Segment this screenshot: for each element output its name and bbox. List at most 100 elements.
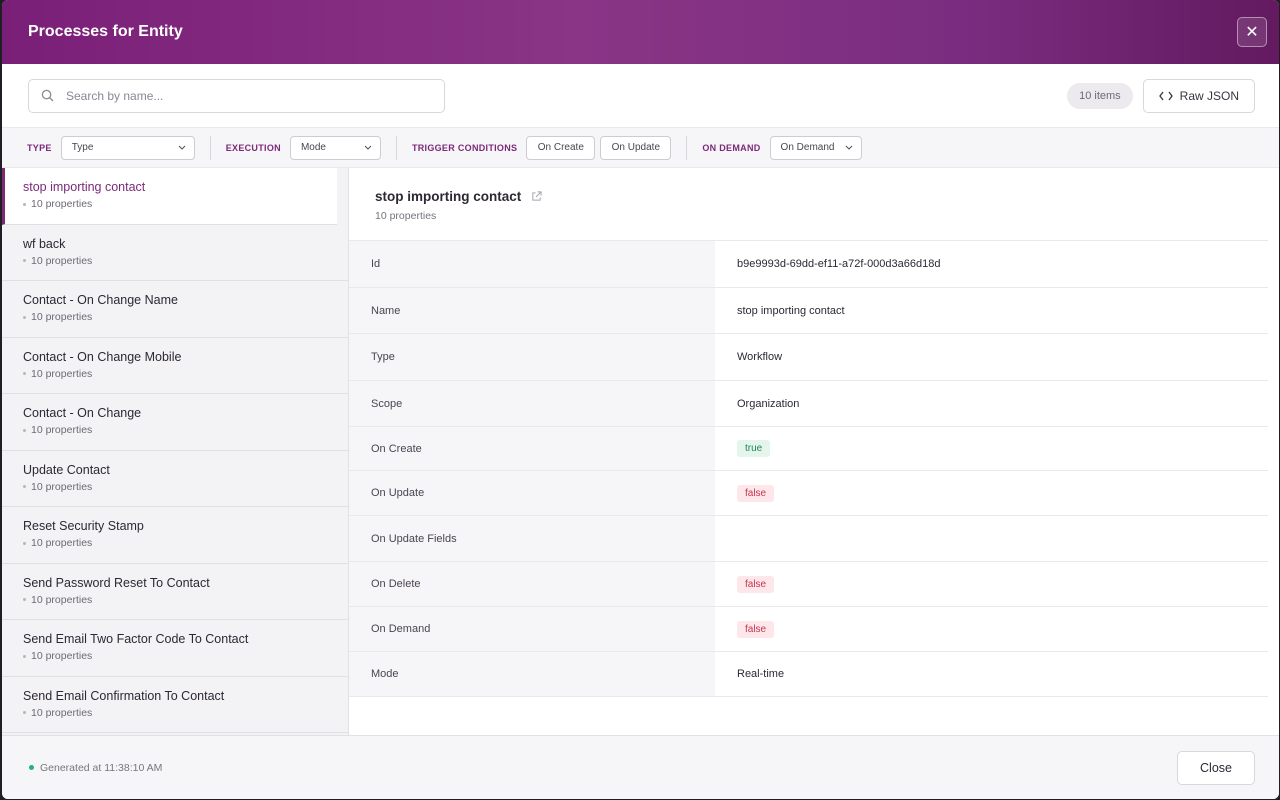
list-item-name: Reset Security Stamp: [23, 519, 144, 533]
list-item[interactable]: Reset Security Stamp 10 properties: [2, 507, 348, 564]
type-filter-label: TYPE: [27, 142, 52, 153]
list-item-count: 10 properties: [31, 311, 93, 323]
modal-header: Processes for Entity ✕: [2, 0, 1279, 64]
prop-key: On Create: [349, 427, 715, 470]
list-item-meta: 10 properties: [23, 537, 348, 549]
list-item-count: 10 properties: [31, 706, 93, 719]
demand-filter-label: ON DEMAND: [702, 142, 761, 153]
chevron-down-icon: [178, 145, 186, 150]
table-row: Scope Organization: [349, 381, 1268, 427]
list-item[interactable]: Send Email Confirmation To Contact 10 pr…: [2, 677, 348, 733]
prop-value: Workflow: [737, 351, 783, 363]
list-item-name: stop importing contact: [23, 180, 146, 194]
list-item-count: 10 properties: [31, 424, 93, 436]
prop-value: false: [715, 471, 1268, 515]
list-item-meta: 10 properties: [23, 198, 337, 210]
list-item-name: Send Email Confirmation To Contact: [23, 688, 225, 703]
bullet-icon: [23, 711, 26, 714]
list-item-name: Send Email Two Factor Code To Contact: [23, 632, 249, 646]
external-link-icon[interactable]: [531, 191, 542, 202]
prop-key: On Update Fields: [349, 516, 715, 561]
trigger-filter-label: TRIGGER CONDITIONS: [411, 142, 518, 153]
bullet-icon: [23, 428, 26, 432]
detail-header: stop importing contact 10 properties: [349, 168, 1268, 240]
execution-filter-label: EXECUTION: [225, 142, 281, 153]
modal-footer: Generated at 11:38:10 AM Close: [2, 735, 1279, 799]
type-filter-select[interactable]: Type: [60, 135, 195, 160]
list-item-name: Contact - On Change Name: [23, 293, 178, 307]
bullet-icon: [23, 202, 26, 206]
prop-value: b9e9993d-69dd-ef11-a72f-000d3a66d18d: [737, 258, 941, 270]
close-icon[interactable]: ✕: [1237, 17, 1267, 47]
list-item-meta: 10 properties: [23, 594, 348, 606]
raw-json-label: Raw JSON: [1179, 88, 1239, 103]
type-filter-value: Type: [71, 142, 94, 153]
detail-panel: stop importing contact 10 properties Id …: [349, 168, 1279, 735]
table-row: On Update Fields: [349, 516, 1268, 562]
list-item[interactable]: Send Email Two Factor Code To Contact 10…: [2, 620, 348, 677]
bullet-icon: [23, 654, 26, 658]
list-item[interactable]: wf back 10 properties: [2, 225, 348, 281]
prop-key: On Demand: [349, 607, 715, 651]
bullet-icon: [23, 541, 26, 545]
modal-title: Processes for Entity: [28, 23, 183, 40]
list-item-count: 10 properties: [31, 254, 93, 267]
list-item-meta: 10 properties: [23, 650, 348, 662]
close-button[interactable]: Close: [1177, 750, 1255, 785]
table-row: Id b9e9993d-69dd-ef11-a72f-000d3a66d18d: [349, 241, 1268, 288]
list-item-name: Contact - On Change: [23, 406, 142, 420]
execution-filter-select[interactable]: Mode: [289, 135, 381, 160]
code-icon: [1158, 91, 1173, 100]
divider: [395, 135, 397, 160]
list-item[interactable]: Send Password Reset To Contact 10 proper…: [2, 564, 348, 620]
list-item-meta: 10 properties: [23, 481, 348, 493]
list-item[interactable]: Contact - On Change 10 properties: [2, 394, 348, 451]
demand-filter-value: On Demand: [780, 142, 835, 153]
raw-json-button[interactable]: Raw JSON: [1142, 78, 1255, 113]
search-input[interactable]: [66, 88, 386, 103]
bullet-icon: [23, 315, 26, 319]
prop-key: Scope: [349, 381, 715, 426]
chevron-down-icon: [845, 145, 852, 150]
table-row: On Demand false: [349, 607, 1268, 652]
detail-title-row: stop importing contact: [375, 189, 1268, 204]
detail-subtitle: 10 properties: [375, 210, 437, 222]
search-box[interactable]: [28, 78, 445, 113]
modal-body: stop importing contact 10 properties wf …: [2, 168, 1279, 735]
prop-key: Name: [349, 288, 715, 333]
bullet-icon: [23, 259, 26, 262]
status-badge: false: [737, 620, 775, 638]
on-update-toggle[interactable]: On Update: [600, 135, 672, 160]
prop-value: Organization: [737, 397, 800, 410]
list-item[interactable]: Contact - On Change Name 10 properties: [2, 281, 348, 338]
generated-status: Generated at 11:38:10 AM: [29, 762, 162, 774]
list-item-count: 10 properties: [31, 480, 93, 493]
status-dot-icon: [29, 765, 34, 770]
list-item[interactable]: Contact - On Change Mobile 10 properties: [2, 338, 348, 394]
bullet-icon: [23, 372, 26, 375]
bullet-icon: [23, 598, 26, 601]
table-row: Mode Real-time: [349, 652, 1268, 697]
prop-value: Real-time: [737, 668, 785, 680]
table-row: On Delete false: [349, 562, 1268, 607]
list-item[interactable]: Update Contact 10 properties: [2, 451, 348, 507]
list-item-count: 10 properties: [31, 537, 93, 549]
list-item-count: 10 properties: [31, 593, 93, 606]
list-item-meta: 10 properties: [23, 255, 348, 267]
status-badge: false: [737, 575, 775, 593]
prop-value: stop importing contact: [737, 304, 845, 317]
list-item-name: Update Contact: [23, 462, 110, 477]
prop-value: false: [715, 562, 1268, 606]
table-row: On Update false: [349, 471, 1268, 516]
list-item[interactable]: stop importing contact 10 properties: [2, 168, 337, 225]
processes-modal: Processes for Entity ✕ 10 items Raw JSON…: [2, 0, 1279, 799]
on-create-toggle[interactable]: On Create: [526, 135, 596, 160]
prop-value: [715, 516, 1268, 561]
list-item-name: Contact - On Change Mobile: [23, 349, 182, 364]
search-row: 10 items Raw JSON: [2, 64, 1279, 127]
divider: [686, 135, 688, 160]
status-badge: true: [737, 440, 771, 457]
demand-filter-select[interactable]: On Demand: [769, 135, 862, 160]
prop-value: false: [715, 607, 1268, 651]
table-row: On Create true: [349, 427, 1268, 471]
